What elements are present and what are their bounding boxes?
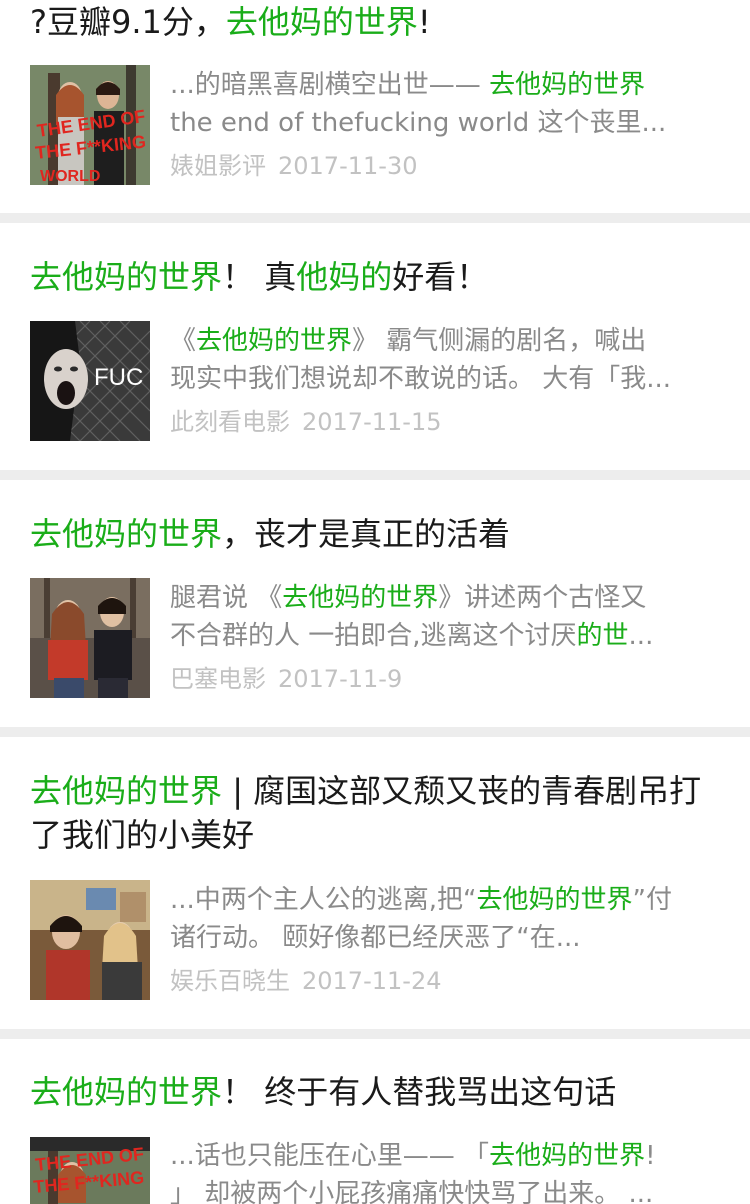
snippet-part: 不合群的人 一拍即合,逃离这个讨厌 (170, 621, 577, 651)
result-title[interactable]: 去他妈的世界！ 终于有人替我骂出这句话 (30, 1070, 720, 1114)
snippet-part: 腿君说 《 (170, 583, 283, 613)
result-snippet: ...的暗黑喜剧横空出世—— 去他妈的世界 the end of thefuck… (170, 66, 720, 142)
snippet-highlight: 去他妈的世界 (489, 70, 646, 100)
snippet-line: 」 却被两个小屁孩痛痛快快骂了出来。 ... (170, 1175, 720, 1204)
result-card[interactable]: 去他妈的世界！ 真他妈的好看！ FUC 《去他妈的世界》 霸气侧漏的剧名，喊出 … (0, 223, 750, 470)
snippet-part: ...的暗黑喜剧横空出世—— (170, 70, 490, 100)
snippet-line: ...话也只能压在心里—— 「去他妈的世界! (170, 1137, 720, 1175)
snippet-part: 」 却被两个小屁孩痛痛快快骂了出来。 ... (170, 1179, 654, 1204)
snippet-part: ...话也只能压在心里—— 「 (170, 1141, 490, 1171)
svg-text:WORLD: WORLD (40, 168, 100, 185)
result-snippet: ...中两个主人公的逃离,把“去他妈的世界”付 诸行动。 颐好像都已经厌恶了“在… (170, 881, 720, 957)
poster-end-of-world-icon: THE END OF THE F**KING (30, 1137, 150, 1204)
snippet-highlight: 的世 (576, 621, 629, 651)
publish-date: 2017-11-9 (278, 665, 403, 693)
result-title[interactable]: ?豆瓣9.1分，去他妈的世界! (30, 0, 720, 44)
result-meta: 此刻看电影 2017-11-15 (170, 407, 441, 437)
snippet-line: 不合群的人 一拍即合,逃离这个讨厌的世... (170, 617, 720, 655)
snippet-part: 现实中我们想说却不敢说的话。 大有「我... (170, 364, 672, 394)
result-card[interactable]: ?豆瓣9.1分，去他妈的世界! THE END OF THE F**KING W… (0, 0, 750, 213)
result-card[interactable]: 去他妈的世界，丧才是真正的活着 腿君说 《去他妈的世界》讲述两个古怪又 不合群的… (0, 480, 750, 727)
snippet-part: 《 (170, 326, 197, 356)
title-part: 好看！ (392, 258, 489, 296)
title-highlight: 去他妈的世界 (30, 258, 223, 296)
source-name: 此刻看电影 (170, 408, 290, 436)
two-teens-sitting-icon (30, 578, 150, 698)
result-card[interactable]: 去他妈的世界 | 腐国这部又颓又丧的青春剧吊打了我们的小美好 ...中两个主人公… (0, 737, 750, 1029)
snippet-highlight: 去他妈的世界 (476, 885, 633, 915)
result-snippet: 腿君说 《去他妈的世界》讲述两个古怪又 不合群的人 一拍即合,逃离这个讨厌的世.… (170, 579, 720, 655)
snippet-highlight: 去他妈的世界 (196, 326, 353, 356)
title-highlight: 去他妈的世界 (225, 3, 418, 41)
snippet-line: 《去他妈的世界》 霸气侧漏的剧名，喊出 (170, 322, 720, 360)
snippet-part: ”付 (632, 885, 673, 915)
card-separator (0, 213, 750, 223)
screaming-girl-fence-icon: FUC (30, 321, 150, 441)
snippet-line: the end of thefucking world 这个丧里... (170, 104, 720, 142)
title-part: ?豆瓣9.1分， (30, 3, 226, 41)
source-name: 婊姐影评 (170, 152, 266, 180)
article-thumbnail[interactable]: FUC (30, 321, 150, 441)
poster-end-of-world-icon: THE END OF THE F**KING WORLD (30, 65, 150, 185)
title-part: ！ 终于有人替我骂出这句话 (222, 1073, 617, 1111)
result-meta: 巴塞电影 2017-11-9 (170, 664, 402, 694)
article-thumbnail[interactable]: THE END OF THE F**KING (30, 1137, 150, 1204)
result-card[interactable]: 去他妈的世界！ 终于有人替我骂出这句话 THE END OF THE F**KI… (0, 1039, 750, 1204)
publish-date: 2017-11-24 (302, 967, 442, 995)
snippet-part: 诸行动。 颐好像都已经厌恶了“在... (170, 923, 581, 953)
title-part: ! (417, 3, 431, 41)
snippet-highlight: 去他妈的世界 (489, 1141, 646, 1171)
result-snippet: 《去他妈的世界》 霸气侧漏的剧名，喊出 现实中我们想说却不敢说的话。 大有「我.… (170, 322, 720, 398)
source-name: 巴塞电影 (170, 665, 266, 693)
snippet-line: ...中两个主人公的逃离,把“去他妈的世界”付 (170, 881, 720, 919)
result-title[interactable]: 去他妈的世界，丧才是真正的活着 (30, 512, 720, 556)
title-highlight: 他妈的 (296, 258, 393, 296)
snippet-part: the end of thefucking world 这个丧里... (170, 108, 667, 138)
two-teens-car-icon (30, 880, 150, 1000)
snippet-line: ...的暗黑喜剧横空出世—— 去他妈的世界 (170, 66, 720, 104)
snippet-highlight: 去他妈的世界 (282, 583, 439, 613)
result-title[interactable]: 去他妈的世界 | 腐国这部又颓又丧的青春剧吊打了我们的小美好 (30, 769, 720, 857)
publish-date: 2017-11-15 (302, 408, 442, 436)
card-separator (0, 470, 750, 480)
title-highlight: 去他妈的世界 (30, 1073, 223, 1111)
result-meta: 婊姐影评 2017-11-30 (170, 151, 417, 181)
article-thumbnail[interactable] (30, 880, 150, 1000)
title-highlight: 去他妈的世界 (30, 772, 223, 810)
title-part: ，丧才是真正的活着 (222, 515, 511, 553)
snippet-line: 现实中我们想说却不敢说的话。 大有「我... (170, 360, 720, 398)
title-part: ！ 真 (222, 258, 297, 296)
result-title[interactable]: 去他妈的世界！ 真他妈的好看！ (30, 255, 720, 299)
result-snippet: ...话也只能压在心里—— 「去他妈的世界! 」 却被两个小屁孩痛痛快快骂了出来… (170, 1137, 720, 1204)
card-separator (0, 1029, 750, 1039)
publish-date: 2017-11-30 (278, 152, 418, 180)
result-meta: 娱乐百晓生 2017-11-24 (170, 966, 441, 996)
snippet-part: ...中两个主人公的逃离,把“ (170, 885, 477, 915)
article-thumbnail[interactable]: THE END OF THE F**KING WORLD (30, 65, 150, 185)
card-separator (0, 727, 750, 737)
thumb-overlay-text: FUC (94, 364, 143, 391)
title-highlight: 去他妈的世界 (30, 515, 223, 553)
snippet-line: 腿君说 《去他妈的世界》讲述两个古怪又 (170, 579, 720, 617)
snippet-part: ! (645, 1141, 656, 1171)
snippet-part: 》 霸气侧漏的剧名，喊出 (352, 326, 647, 356)
snippet-part: 》讲述两个古怪又 (438, 583, 647, 613)
snippet-part: ... (628, 621, 654, 651)
article-thumbnail[interactable] (30, 578, 150, 698)
snippet-line: 诸行动。 颐好像都已经厌恶了“在... (170, 919, 720, 957)
source-name: 娱乐百晓生 (170, 967, 290, 995)
